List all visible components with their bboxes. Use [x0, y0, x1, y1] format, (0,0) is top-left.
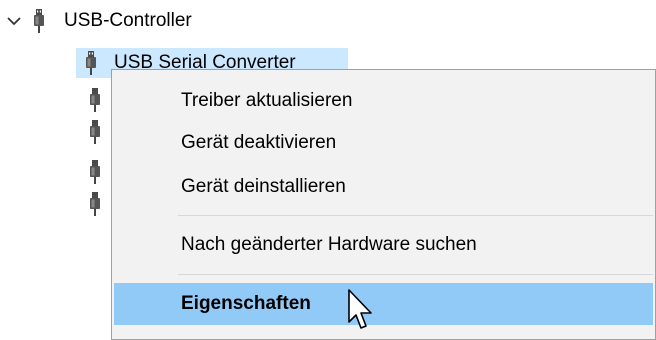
menu-item-label: Eigenschaften [181, 293, 311, 314]
usb-plug-icon[interactable] [84, 158, 106, 186]
chevron-down-icon[interactable] [0, 7, 28, 35]
menu-separator [178, 274, 653, 275]
tree-node-label: USB-Controller [64, 10, 192, 31]
menu-item-label: Treiber aktualisieren [181, 90, 353, 111]
menu-item-scan-hardware-changes[interactable]: Nach geänderter Hardware suchen [114, 224, 653, 266]
menu-item-properties[interactable]: Eigenschaften [114, 283, 653, 325]
menu-separator [178, 215, 653, 216]
tree-node-usb-controller[interactable]: USB-Controller [0, 7, 192, 35]
menu-item-label: Gerät deaktivieren [181, 132, 337, 153]
usb-plug-icon[interactable] [84, 190, 106, 218]
menu-item-update-driver[interactable]: Treiber aktualisieren [114, 80, 653, 122]
menu-item-label: Nach geänderter Hardware suchen [181, 234, 477, 255]
menu-item-uninstall-device[interactable]: Gerät deinstallieren [114, 166, 653, 208]
usb-plug-icon [28, 7, 50, 35]
menu-item-label: Gerät deinstallieren [181, 176, 346, 197]
mouse-pointer-icon [348, 289, 372, 329]
context-menu: Treiber aktualisieren Gerät deaktivieren… [111, 69, 656, 340]
menu-item-disable-device[interactable]: Gerät deaktivieren [114, 122, 653, 164]
usb-plug-icon [80, 49, 102, 77]
usb-plug-icon[interactable] [84, 86, 106, 114]
usb-plug-icon[interactable] [84, 118, 106, 146]
